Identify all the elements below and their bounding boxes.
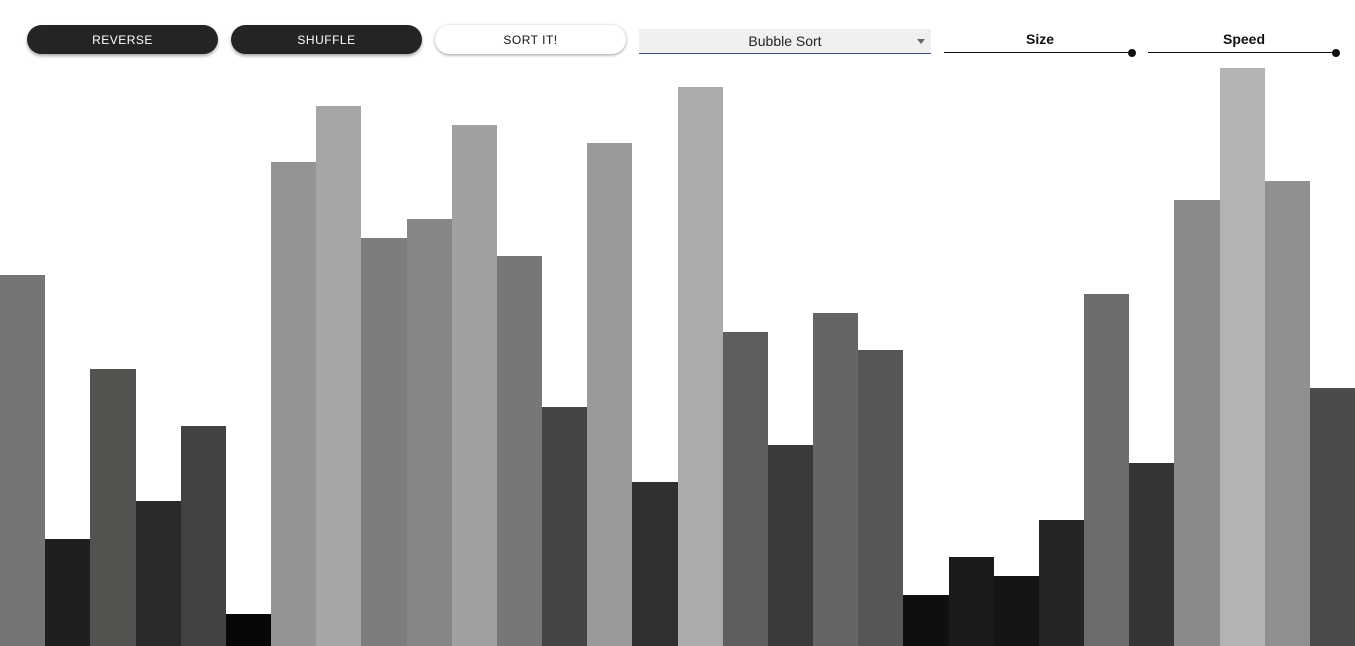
bar-8 <box>361 238 407 646</box>
toolbar: REVERSE SHUFFLE SORT IT! Bubble Sort Siz… <box>0 0 1355 60</box>
bar-19 <box>858 350 903 646</box>
bar-21 <box>949 557 994 646</box>
speed-slider-thumb[interactable] <box>1332 49 1340 57</box>
bar-10 <box>452 125 497 646</box>
bar-1 <box>45 539 90 646</box>
speed-label: Speed <box>1222 31 1265 47</box>
speed-slider-track[interactable] <box>1148 52 1336 53</box>
bar-13 <box>587 143 632 646</box>
bar-3 <box>136 501 181 646</box>
bar-11 <box>497 256 542 646</box>
bar-12 <box>542 407 587 646</box>
bar-22 <box>994 576 1039 646</box>
bar-16 <box>723 332 768 646</box>
bar-20 <box>903 595 949 646</box>
bar-17 <box>768 445 813 646</box>
bar-28 <box>1265 181 1310 646</box>
reverse-button[interactable]: REVERSE <box>27 25 218 54</box>
algorithm-select[interactable]: Bubble Sort <box>639 29 931 54</box>
bar-18 <box>813 313 858 646</box>
size-slider-track[interactable] <box>944 52 1132 53</box>
speed-slider[interactable]: Speed <box>1148 30 1340 60</box>
size-slider-thumb[interactable] <box>1128 49 1136 57</box>
bar-14 <box>632 482 678 646</box>
size-slider[interactable]: Size <box>944 30 1136 60</box>
bar-9 <box>407 219 452 646</box>
bar-7 <box>316 106 361 646</box>
bar-4 <box>181 426 226 646</box>
bar-15 <box>678 87 723 646</box>
shuffle-button[interactable]: SHUFFLE <box>231 25 422 54</box>
bar-26 <box>1174 200 1220 646</box>
bar-25 <box>1129 463 1174 646</box>
bar-24 <box>1084 294 1129 646</box>
bar-29 <box>1310 388 1355 646</box>
sort-button[interactable]: SORT IT! <box>435 25 626 54</box>
bar-23 <box>1039 520 1084 646</box>
bars-container <box>0 0 1355 646</box>
chevron-down-icon <box>917 39 925 44</box>
bar-2 <box>90 369 136 646</box>
bar-5 <box>226 614 271 646</box>
size-label: Size <box>1025 31 1054 47</box>
bar-6 <box>271 162 316 646</box>
bar-27 <box>1220 68 1265 646</box>
algorithm-select-value: Bubble Sort <box>748 33 822 49</box>
bar-0 <box>0 275 45 646</box>
